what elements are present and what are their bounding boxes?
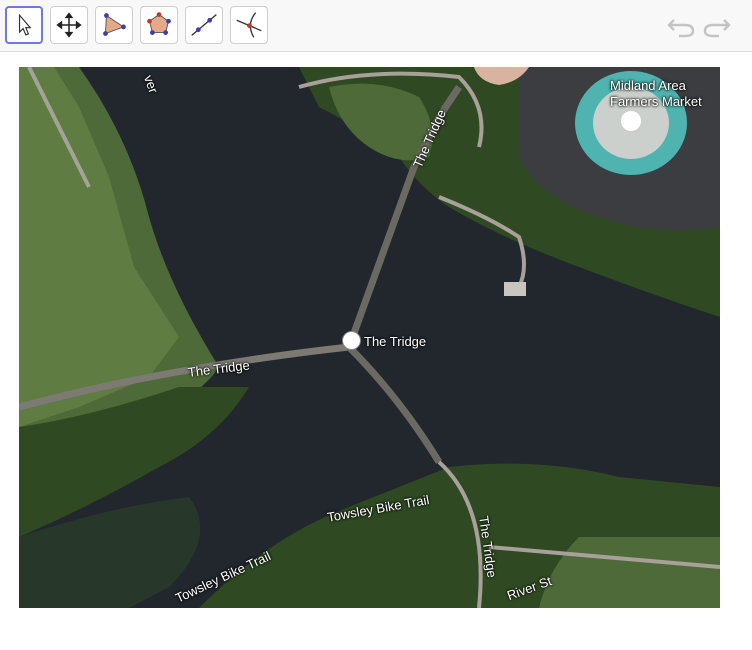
- market-label-line1: Midland Area: [610, 78, 686, 93]
- redo-button[interactable]: [702, 12, 732, 40]
- map-canvas[interactable]: ver The Tridge Midland Area Farmers Mark…: [19, 67, 720, 608]
- move-arrows-icon: [56, 12, 82, 38]
- line-through-points-icon: [191, 14, 217, 36]
- regular-polygon-icon: [147, 12, 171, 35]
- polygon-icon: [103, 13, 126, 36]
- intersect-icon: [236, 12, 262, 38]
- arrow-pointer-icon: [18, 13, 32, 36]
- undo-button[interactable]: [666, 12, 696, 40]
- toolbar: [0, 0, 752, 52]
- redo-icon: [703, 19, 731, 38]
- undo-icon: [667, 19, 695, 38]
- polygon-tool-button[interactable]: [95, 6, 133, 44]
- move-graphics-tool-button[interactable]: [50, 6, 88, 44]
- bridge-poi-icon[interactable]: [342, 331, 361, 350]
- move-tool-button[interactable]: [5, 6, 43, 44]
- market-label-line2: Farmers Market: [610, 94, 702, 109]
- dock: [504, 282, 526, 296]
- line-tool-button[interactable]: [185, 6, 223, 44]
- intersect-tool-button[interactable]: [230, 6, 268, 44]
- regular-polygon-tool-button[interactable]: [140, 6, 178, 44]
- tridge-center-label: The Tridge: [364, 334, 427, 349]
- shopping-cart-poi-icon[interactable]: [621, 111, 641, 131]
